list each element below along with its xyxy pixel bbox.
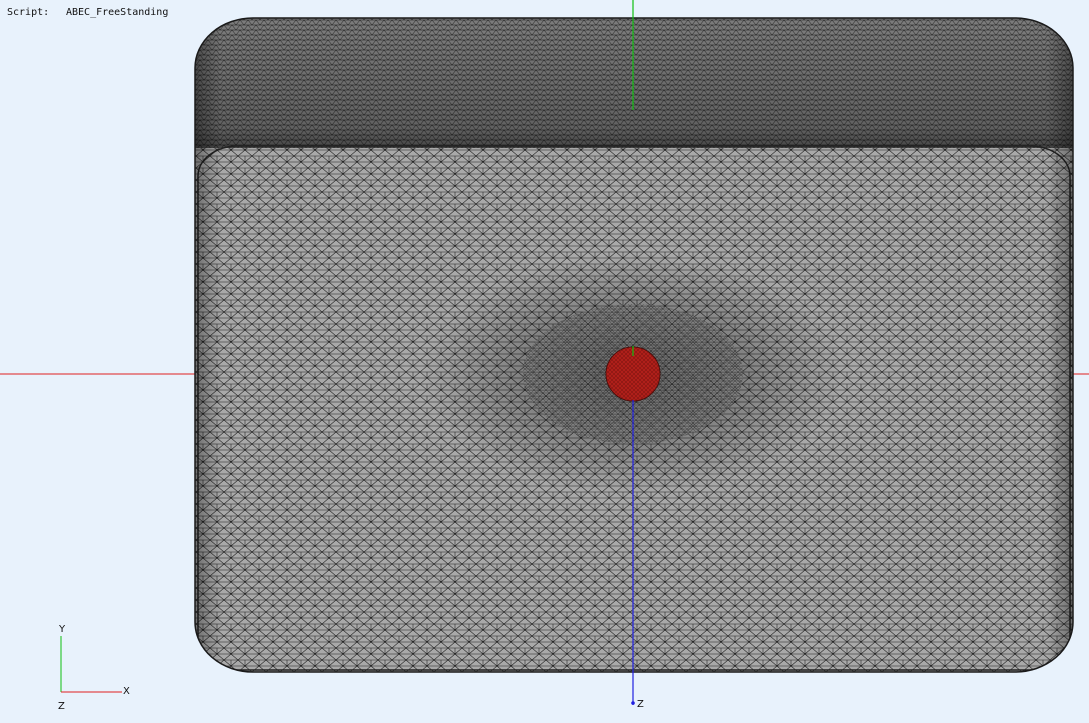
triad-y-label: Y — [58, 624, 66, 635]
3d-viewport[interactable]: Z Y X Z Script: ABEC_FreeStanding — [0, 0, 1089, 719]
script-name: ABEC_FreeStanding — [66, 7, 169, 18]
triad-z-label: Z — [58, 701, 65, 712]
axes-triad: Y X Z — [58, 624, 130, 712]
mesh-scene: Z Y X Z — [0, 0, 1089, 712]
triad-x-label: X — [123, 686, 130, 697]
center-z-label: Z — [637, 699, 644, 710]
mesh-enclosure — [195, 18, 1073, 672]
script-label: Script: — [7, 7, 50, 18]
